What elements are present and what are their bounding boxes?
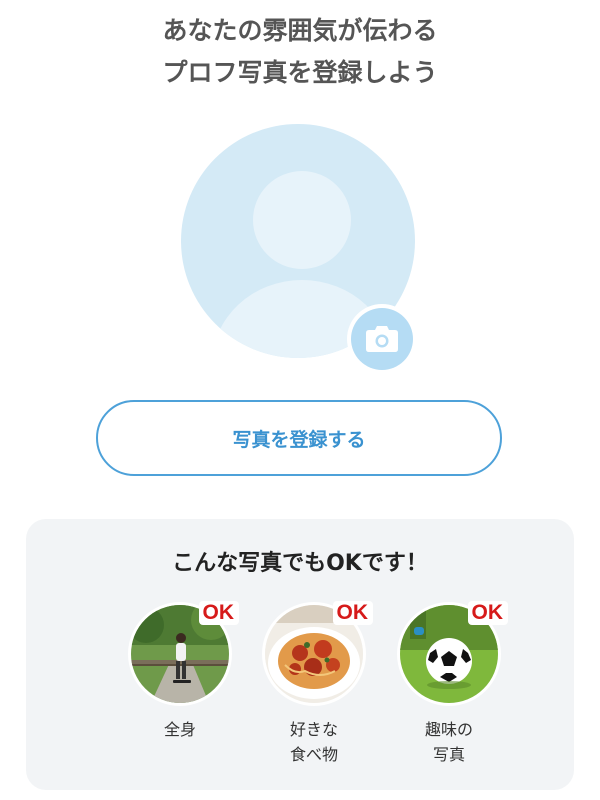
register-photo-button[interactable]: 写真を登録する [96,400,502,476]
example-full-body: OK 全身 [125,601,239,742]
ok-badge: OK [332,601,373,625]
example-hobby-photo: OK 趣味の 写真 [394,601,508,767]
caption-line-2: 写真 [432,745,465,764]
caption-line-1: 趣味の [424,720,473,739]
title-line-1: あなたの雰囲気が伝わる [162,16,438,45]
example-caption: 好きな 食べ物 [259,717,369,767]
avatar[interactable] [181,124,417,374]
camera-button[interactable] [347,304,417,374]
ok-badge: OK [198,601,239,625]
camera-icon [366,326,398,352]
example-caption: 趣味の 写真 [394,717,504,767]
ok-examples-panel: こんな写真でもOKです！ OK 全身 OK 好きな 食べ物 OK 趣味の 写真 [26,519,574,790]
ok-examples-title: こんな写真でもOKです！ [172,551,428,576]
example-favorite-food: OK 好きな 食べ物 [259,601,373,767]
example-caption: 全身 [125,717,235,742]
caption-line-1: 全身 [163,720,196,739]
caption-line-2: 食べ物 [289,745,338,764]
page-title: あなたの雰囲気が伝わる プロフ写真を登録しよう [0,10,600,94]
title-line-2: プロフ写真を登録しよう [162,58,438,87]
ok-badge: OK [467,601,508,625]
caption-line-1: 好きな [289,720,338,739]
